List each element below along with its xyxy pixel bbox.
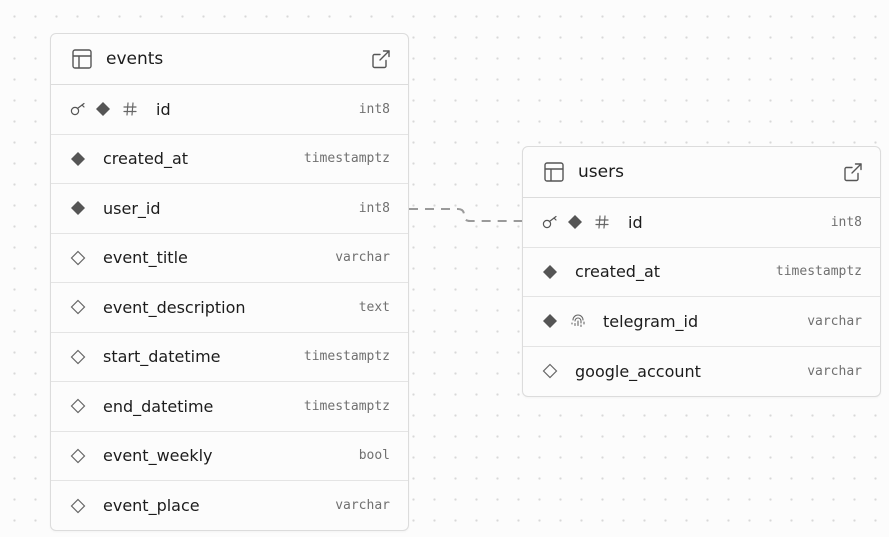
column-name: user_id [103, 198, 161, 218]
table-name: users [578, 162, 624, 182]
column-row-user_id[interactable]: user_id int8 [51, 184, 408, 234]
column-type: varchar [335, 498, 390, 514]
column-icons [70, 448, 97, 464]
fingerprint-icon [569, 312, 587, 330]
column-type: varchar [335, 250, 390, 266]
diamond-filled-icon [70, 151, 86, 167]
diamond-filled-icon [542, 264, 558, 280]
column-name: id [628, 212, 643, 232]
column-icons [70, 200, 97, 216]
column-row-id[interactable]: id int8 [523, 198, 880, 248]
column-name: event_title [103, 248, 188, 268]
hash-icon [594, 214, 610, 230]
column-name: created_at [103, 149, 189, 169]
table-grid-icon [71, 48, 93, 70]
column-row-event_weekly[interactable]: event_weekly bool [51, 432, 408, 481]
table-grid-icon [543, 161, 565, 183]
column-name: event_description [103, 297, 246, 317]
column-row-event_title[interactable]: event_title varchar [51, 234, 408, 283]
diamond-outline-icon [70, 349, 86, 365]
key-icon [542, 215, 560, 229]
column-row-end_datetime[interactable]: end_datetime timestamptz [51, 382, 408, 432]
relation-line-events-user_id-to-users-id [409, 208, 522, 222]
diamond-filled-icon [95, 101, 111, 117]
column-type: int8 [358, 101, 390, 117]
column-icons [542, 264, 569, 280]
column-icons [70, 498, 97, 514]
column-type: varchar [807, 363, 862, 379]
column-name: end_datetime [103, 396, 214, 416]
column-row-google_account[interactable]: google_account varchar [523, 347, 880, 397]
column-icons [70, 299, 97, 315]
diamond-filled-icon [70, 200, 86, 216]
diamond-outline-icon [70, 498, 86, 514]
column-name: event_place [103, 496, 200, 516]
column-icons [70, 398, 97, 414]
column-icons [70, 349, 97, 365]
column-icons [542, 312, 597, 330]
column-name: google_account [575, 361, 701, 381]
column-type: timestamptz [303, 349, 390, 365]
column-row-telegram_id[interactable]: telegram_id varchar [523, 297, 880, 347]
column-name: event_weekly [103, 446, 213, 466]
column-row-created_at[interactable]: created_at timestamptz [51, 135, 408, 184]
diamond-outline-icon [70, 250, 86, 266]
table-header-users: users [523, 147, 880, 198]
external-link-icon[interactable] [370, 48, 392, 70]
diamond-outline-icon [542, 363, 558, 379]
column-type: timestamptz [775, 264, 862, 280]
column-icons [542, 363, 569, 379]
column-icons [70, 101, 150, 117]
column-type: int8 [358, 200, 390, 216]
column-row-id[interactable]: id int8 [51, 85, 408, 135]
column-name: id [156, 99, 171, 119]
column-icons [542, 214, 622, 230]
column-type: int8 [830, 214, 862, 230]
diamond-outline-icon [70, 448, 86, 464]
column-name: telegram_id [603, 311, 699, 331]
key-icon [70, 102, 88, 116]
diamond-filled-icon [567, 214, 583, 230]
diamond-outline-icon [70, 398, 86, 414]
column-type: timestamptz [303, 151, 390, 167]
table-name: events [106, 49, 164, 69]
column-type: timestamptz [303, 398, 390, 414]
column-list: id int8 created_at timestamptz user_id int8 ev… [51, 85, 408, 530]
column-icons [70, 250, 97, 266]
hash-icon [122, 101, 138, 117]
table-header-events: events [51, 34, 408, 85]
column-row-created_at[interactable]: created_at timestamptz [523, 248, 880, 297]
column-row-event_place[interactable]: event_place varchar [51, 481, 408, 530]
table-card-users[interactable]: users id int8 created_at timestamptz telegra… [522, 146, 881, 397]
column-type: varchar [807, 313, 862, 329]
diamond-outline-icon [70, 299, 86, 315]
column-type: text [358, 299, 390, 315]
column-icons [70, 151, 97, 167]
column-name: created_at [575, 262, 661, 282]
diamond-filled-icon [542, 313, 558, 329]
column-list: id int8 created_at timestamptz telegram_id va… [523, 198, 880, 396]
table-card-events[interactable]: events id int8 created_at timestamptz user_i… [50, 33, 409, 531]
column-type: bool [358, 448, 390, 464]
column-name: start_datetime [103, 347, 221, 367]
external-link-icon[interactable] [842, 161, 864, 183]
column-row-event_description[interactable]: event_description text [51, 283, 408, 333]
column-row-start_datetime[interactable]: start_datetime timestamptz [51, 333, 408, 382]
